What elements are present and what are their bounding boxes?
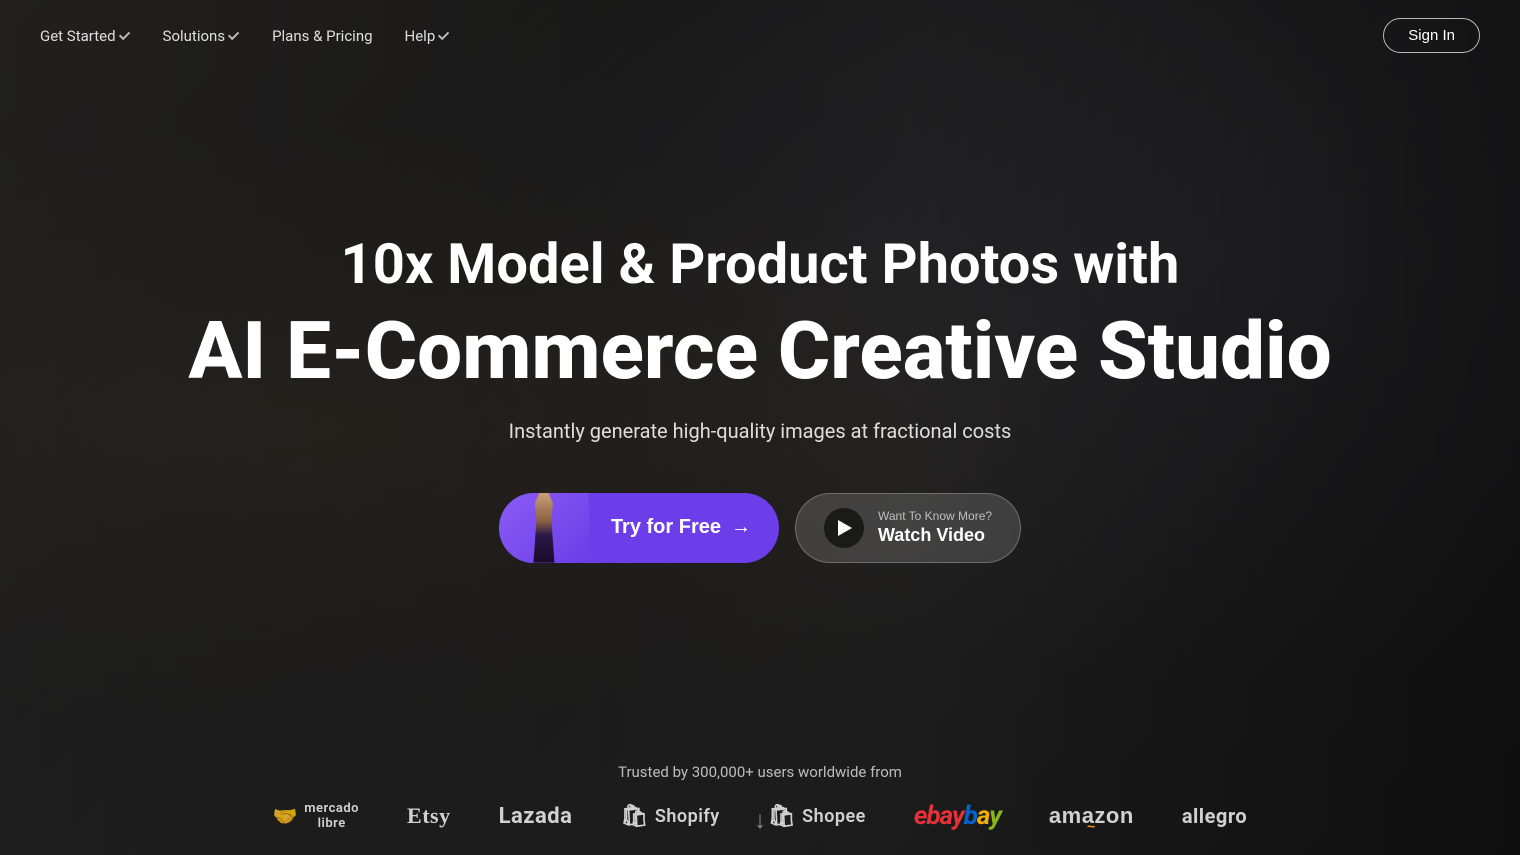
scroll-indicator: ↓ bbox=[754, 806, 766, 835]
brand-ebay: ebaybay bbox=[914, 801, 1001, 831]
brand-mercadolibre: 🤝 mercadolibre bbox=[273, 801, 359, 831]
try-free-text: Try for Free bbox=[611, 516, 721, 539]
hero-title-line2: AI E-Commerce Creative Studio bbox=[188, 307, 1331, 395]
try-free-label: Try for Free → bbox=[589, 516, 779, 539]
shopify-icon: 🛍 bbox=[620, 804, 648, 829]
ebay-label: ebay bbox=[914, 801, 964, 831]
lazada-label: Lazada bbox=[499, 804, 573, 829]
mercadolibre-label: mercadolibre bbox=[304, 801, 359, 831]
hero-section: 10x Model & Product Photos with AI E-Com… bbox=[0, 31, 1520, 763]
shopee-icon: 🛍 bbox=[768, 804, 796, 829]
cta-row: Try for Free → Want To Know More? Watch … bbox=[499, 493, 1021, 563]
button-model-image bbox=[499, 493, 589, 563]
brand-amazon: amazon bbox=[1049, 803, 1134, 829]
watch-video-button[interactable]: Want To Know More? Watch Video bbox=[795, 493, 1021, 563]
scroll-down-icon: ↓ bbox=[754, 806, 766, 834]
shopee-label: Shopee bbox=[802, 806, 866, 827]
play-icon bbox=[824, 508, 864, 548]
trusted-text: Trusted by 300,000+ users worldwide from bbox=[0, 763, 1520, 781]
arrow-right-icon: → bbox=[731, 516, 751, 539]
watch-video-eyebrow: Want To Know More? bbox=[878, 509, 992, 523]
etsy-label: Etsy bbox=[407, 803, 451, 828]
brand-lazada: Lazada bbox=[499, 804, 573, 829]
brand-allegro: allegro bbox=[1182, 804, 1247, 828]
try-for-free-button[interactable]: Try for Free → bbox=[499, 493, 779, 563]
play-triangle-icon bbox=[838, 520, 852, 536]
shopify-label: Shopify bbox=[655, 806, 720, 827]
allegro-label: allegro bbox=[1182, 804, 1247, 828]
watch-video-label: Watch Video bbox=[878, 525, 985, 545]
brand-shopee: 🛍 Shopee bbox=[768, 804, 866, 829]
amazon-label: amazon bbox=[1049, 803, 1134, 828]
watch-video-text: Want To Know More? Watch Video bbox=[878, 509, 992, 546]
main-content: Get Started Solutions Plans & Pricing He… bbox=[0, 0, 1520, 855]
hero-subtitle: Instantly generate high-quality images a… bbox=[509, 419, 1012, 443]
hero-title-line1: 10x Model & Product Photos with bbox=[341, 231, 1180, 298]
mercadolibre-icon: 🤝 bbox=[273, 804, 298, 828]
brand-etsy: Etsy bbox=[407, 803, 451, 829]
brand-shopify: 🛍 Shopify bbox=[620, 804, 719, 829]
